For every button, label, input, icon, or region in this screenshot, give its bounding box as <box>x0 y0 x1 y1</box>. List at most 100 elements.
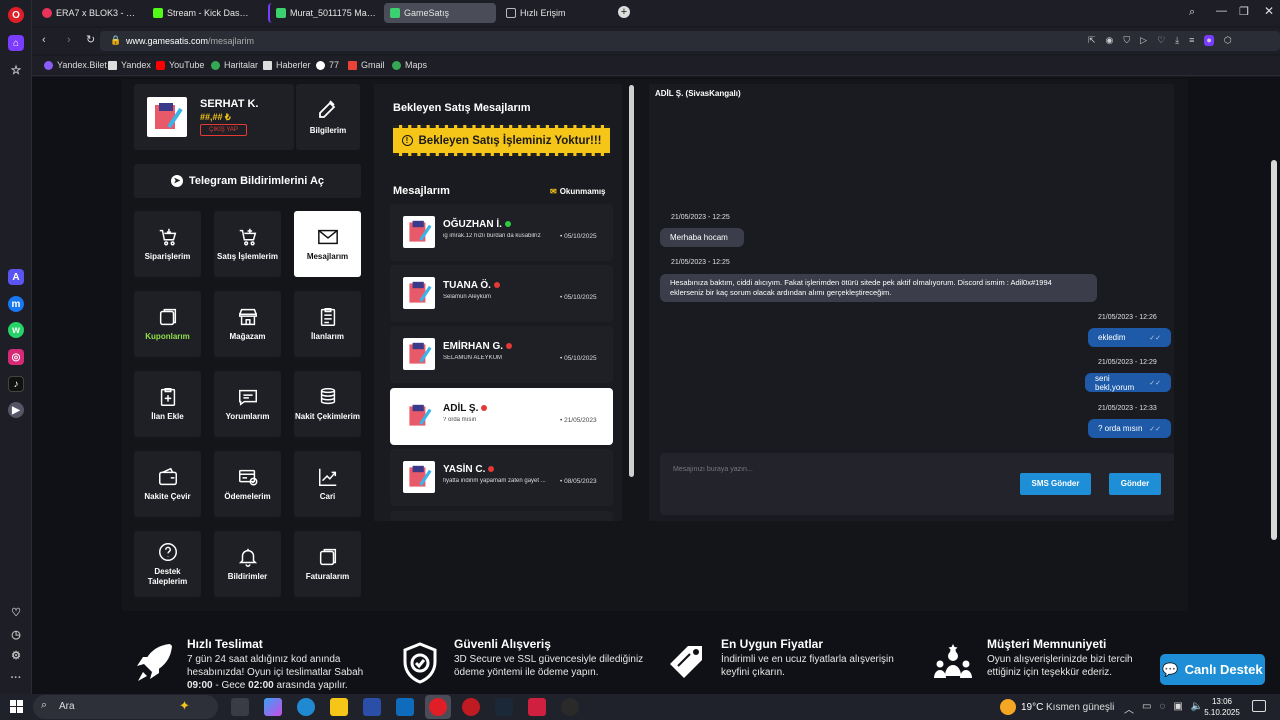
home-icon[interactable]: ⌂ <box>8 35 24 51</box>
shield-icon[interactable]: ⛉ <box>1123 35 1130 46</box>
close-window-button[interactable]: ✕ <box>1264 4 1274 18</box>
bookmark-maps[interactable]: Maps <box>392 60 427 70</box>
page-scrollbar[interactable] <box>1271 160 1277 540</box>
tiktok-icon[interactable]: ♪ <box>8 376 24 392</box>
copilot-icon[interactable] <box>264 698 282 716</box>
menu-ilanlarim[interactable]: İlanlarım <box>294 291 361 357</box>
tab-gamesatis[interactable]: GameSatış <box>384 3 496 23</box>
forward-icon[interactable]: › <box>67 34 71 46</box>
network-icon[interactable]: ◌ <box>1159 701 1165 716</box>
conversation-item-selected[interactable]: ADİL Ş. ? orda mısın • 21/05/2023 <box>390 388 613 445</box>
reload-icon[interactable]: ↻ <box>86 33 95 46</box>
profile-icon[interactable]: ● <box>1204 35 1214 46</box>
messenger-icon[interactable]: m <box>8 296 24 312</box>
message-input[interactable]: Mesajınızı buraya yazın... <box>673 466 753 473</box>
file-explorer-icon[interactable] <box>330 698 348 716</box>
menu-siparislerim[interactable]: Siparişlerim <box>134 211 201 277</box>
tab-kick[interactable]: Stream - Kick Dashboard <box>147 3 257 23</box>
chevron-up-icon[interactable]: ︿ <box>1124 701 1134 716</box>
more-icon[interactable]: ··· <box>8 670 24 686</box>
minimize-button[interactable]: — <box>1216 5 1227 17</box>
taskbar-search[interactable]: ⌕ Ara ✦ <box>33 695 218 719</box>
settings-icon[interactable]: ⚙ <box>8 647 24 663</box>
history-icon[interactable]: ◷ <box>8 626 24 642</box>
conversation-item[interactable]: TUANA Ö. Selamün Aleyküm • 05/10/2025 <box>390 265 613 322</box>
menu-nakit-cekimlerim[interactable]: Nakit Çekimlerim <box>294 371 361 437</box>
weather-icon[interactable] <box>1000 699 1016 715</box>
menu-destek-taleplerim[interactable]: Destek Taleplerim <box>134 531 201 597</box>
menu-kuponlarim[interactable]: Kuponlarım <box>134 291 201 357</box>
opera-icon[interactable] <box>429 698 447 716</box>
cube-icon[interactable]: ⬡ <box>1224 35 1232 46</box>
valorant-icon[interactable] <box>528 698 546 716</box>
plus-icon <box>276 8 286 18</box>
task-view-icon[interactable] <box>231 698 249 716</box>
live-support-button[interactable]: 💬 Canlı Destek <box>1160 654 1265 685</box>
volume-icon[interactable]: 🔈 <box>1191 701 1203 716</box>
windows-start-icon[interactable] <box>10 700 23 713</box>
display-icon[interactable]: ▣ <box>1173 701 1182 716</box>
send-icon[interactable]: ⇱ <box>1088 35 1096 46</box>
search-tabs-icon[interactable]: ⌕ <box>1189 6 1195 19</box>
conversation-item[interactable]: EMİRHAN G. SELAMÜN ALEYKÜM • 05/10/2025 <box>390 326 613 383</box>
bookmark-yandex[interactable]: Yandex <box>108 60 151 70</box>
menu-ilan-ekle[interactable]: İlan Ekle <box>134 371 201 437</box>
new-tab-button[interactable]: + <box>618 6 630 18</box>
outgoing-message: ekledim ✓✓ <box>1088 328 1171 347</box>
heart-outline-icon[interactable]: ♡ <box>1157 35 1165 46</box>
menu-satis-islemlerim[interactable]: Satış İşlemlerim <box>214 211 281 277</box>
conversation-item[interactable]: OĞUZHAN İ. ig imrak.12 hızlı burdan da k… <box>390 204 613 261</box>
star-icon[interactable]: ☆ <box>8 62 24 78</box>
bookmark-youtube[interactable]: YouTube <box>156 60 204 70</box>
messages-scrollbar[interactable] <box>629 85 634 477</box>
menu-nakite-cevir[interactable]: Nakite Çevir <box>134 451 201 517</box>
bookmark-yandex-bilet[interactable]: Yandex.Bilet <box>44 60 107 70</box>
menu-bildirimler[interactable]: Bildirimler <box>214 531 281 597</box>
avatar <box>403 400 435 432</box>
edge-icon[interactable] <box>297 698 315 716</box>
telegram-button[interactable]: ➤ Telegram Bildirimlerini Aç <box>134 164 361 198</box>
store-app-icon[interactable] <box>363 698 381 716</box>
tab-hizli-erisim[interactable]: Hızlı Erişim <box>500 3 580 23</box>
player-icon[interactable]: ▶ <box>8 402 24 418</box>
menu-odemelerim[interactable]: Ödemelerim <box>214 451 281 517</box>
menu-faturalarim[interactable]: Faturalarım <box>294 531 361 597</box>
whatsapp-icon[interactable]: w <box>8 322 24 338</box>
youtube-icon <box>156 60 165 70</box>
download-icon[interactable]: ⤓ <box>1175 35 1179 46</box>
instagram-icon[interactable]: ◎ <box>8 349 24 365</box>
menu-icon[interactable]: ≡ <box>1189 35 1194 46</box>
url-field[interactable]: 🔒 www.gamesatis.com/mesajlarim ⇱ ◉ ⛉ ▷ ♡… <box>100 31 1280 51</box>
outlook-icon[interactable] <box>396 698 414 716</box>
obs-icon[interactable] <box>561 698 579 716</box>
steam-icon[interactable] <box>495 698 513 716</box>
clock[interactable]: 13:06 5.10.2025 <box>1204 696 1240 718</box>
tab-era7[interactable]: ERA7 x BLOK3 - PİŞT <box>36 3 144 23</box>
menu-yorumlarim[interactable]: Yorumlarım <box>214 371 281 437</box>
bookmark-haritalar[interactable]: Haritalar <box>211 60 258 70</box>
notification-center-icon[interactable] <box>1252 700 1266 712</box>
camera-icon[interactable]: ◉ <box>1106 35 1114 46</box>
heart-icon[interactable]: ♡ <box>8 604 24 620</box>
unread-filter[interactable]: ✉ Okunmamış <box>550 187 606 196</box>
logout-button[interactable]: ÇIKIŞ YAP <box>200 124 247 136</box>
info-button[interactable]: Bilgilerim <box>296 84 360 150</box>
tab-murat[interactable]: Murat_5011175 Mağazası <box>268 3 382 23</box>
bookmark-77[interactable]: 77 <box>316 60 339 70</box>
play-icon[interactable]: ▷ <box>1140 35 1147 46</box>
back-icon[interactable]: ‹ <box>42 34 46 46</box>
bookmark-gmail[interactable]: Gmail <box>348 60 385 70</box>
bookmark-haberler[interactable]: Haberler <box>263 60 311 70</box>
conversation-item[interactable]: YASİN C. fiyatta indirim yapamam zaten g… <box>390 449 613 506</box>
opera-logo-icon[interactable]: O <box>8 7 24 23</box>
menu-cari[interactable]: Cari <box>294 451 361 517</box>
aria-icon[interactable]: A <box>8 269 24 285</box>
conversation-item-partial[interactable] <box>390 511 613 521</box>
menu-mesajlarim[interactable]: Mesajlarım <box>294 211 361 277</box>
send-button[interactable]: Gönder <box>1109 473 1161 495</box>
battery-icon[interactable]: ▭ <box>1142 701 1151 716</box>
opera-gx-icon[interactable] <box>462 698 480 716</box>
sms-send-button[interactable]: SMS Gönder <box>1020 473 1091 495</box>
maximize-button[interactable]: ❐ <box>1239 5 1249 18</box>
menu-magazam[interactable]: Mağazam <box>214 291 281 357</box>
